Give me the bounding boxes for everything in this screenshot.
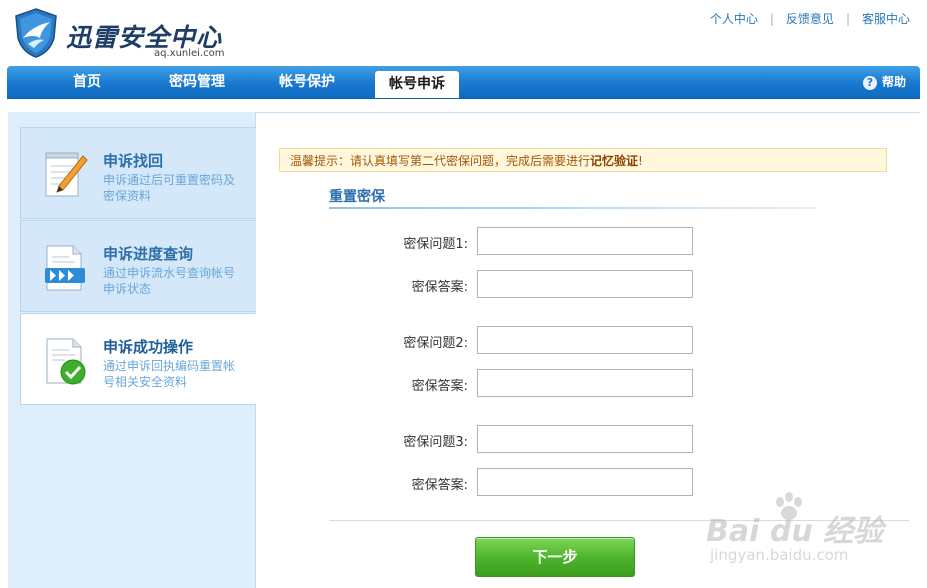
sidebar-item-title: 申诉找回 — [103, 152, 164, 170]
watermark-url: jingyan.baidu.com — [710, 546, 849, 564]
logo[interactable]: 迅雷安全中心 aq.xunlei.com — [14, 8, 225, 64]
sidebar-item-title: 申诉成功操作 — [103, 338, 194, 356]
section-title: 重置密保 — [329, 189, 385, 205]
thunder-bird-shield-icon — [15, 8, 57, 58]
nav-account-protection[interactable]: 帐号保护 — [265, 66, 349, 98]
document-check-icon — [46, 338, 86, 385]
notepad-pencil-icon — [45, 152, 88, 197]
next-step-button[interactable]: 下一步 — [475, 537, 635, 577]
question-2-input[interactable] — [477, 326, 693, 354]
answer-3-label: 密保答案: — [411, 478, 468, 493]
tip-suffix: ! — [638, 154, 643, 168]
separator: | — [769, 12, 774, 26]
answer-2-input[interactable] — [477, 369, 693, 397]
sidebar-item-desc: 申诉通过后可重置密码及密保资料 — [103, 173, 236, 203]
tip-text: 温馨提示：请认真填写第二代密保问题，完成后需要进行 — [290, 154, 591, 168]
link-feedback[interactable]: 反馈意见 — [786, 12, 834, 26]
sidebar-item-title: 申诉进度查询 — [103, 245, 194, 263]
link-customer-service[interactable]: 客服中心 — [862, 12, 910, 26]
sidebar-item-desc: 通过申诉流水号查询帐号申诉状态 — [103, 266, 236, 296]
separator: | — [845, 12, 850, 26]
question-icon: ? — [862, 75, 877, 90]
question-2-label: 密保问题2: — [403, 336, 468, 351]
watermark-text: Bai du 经验 — [706, 514, 884, 549]
nav-account-appeal[interactable]: 帐号申诉 — [375, 71, 459, 98]
tip-highlight: 记忆验证 — [590, 154, 639, 168]
document-arrows-icon — [45, 245, 85, 291]
sidebar: 申诉找回 申诉通过后可重置密码及密保资料 申诉进度查询 通过申诉流水号查询帐号申… — [8, 112, 256, 588]
tip-banner: 温馨提示：请认真填写第二代密保问题，完成后需要进行记忆验证! — [279, 148, 887, 172]
nav-home[interactable]: 首页 — [51, 66, 123, 98]
answer-2-label: 密保答案: — [411, 379, 468, 394]
sidebar-item-appeal-success[interactable]: 申诉成功操作 通过申诉回执编码重置帐号相关安全资料 — [20, 313, 256, 405]
section-divider — [329, 207, 817, 209]
logo-subtitle: aq.xunlei.com — [154, 48, 225, 59]
question-3-label: 密保问题3: — [403, 435, 468, 450]
baidu-jingyan-watermark: Bai du 经验 jingyan.baidu.com — [706, 492, 906, 572]
sidebar-item-appeal-progress[interactable]: 申诉进度查询 通过申诉流水号查询帐号申诉状态 — [20, 220, 256, 312]
question-3-input[interactable] — [477, 425, 693, 453]
question-1-label: 密保问题1: — [403, 237, 468, 252]
link-personal-center[interactable]: 个人中心 — [710, 12, 758, 26]
main-nav: 首页 密码管理 帐号保护 帐号申诉 ? 帮助 — [7, 66, 920, 99]
question-1-input[interactable] — [477, 227, 693, 255]
sidebar-item-appeal-recover[interactable]: 申诉找回 申诉通过后可重置密码及密保资料 — [20, 127, 256, 219]
answer-3-input[interactable] — [477, 468, 693, 496]
sidebar-item-desc: 通过申诉回执编码重置帐号相关安全资料 — [103, 359, 236, 389]
divider — [255, 112, 920, 113]
help-label: 帮助 — [881, 75, 906, 89]
help-button[interactable]: ? 帮助 — [862, 66, 906, 98]
nav-password-management[interactable]: 密码管理 — [155, 66, 239, 98]
top-links: 个人中心 | 反馈意见 | 客服中心 — [710, 10, 910, 27]
answer-1-label: 密保答案: — [411, 280, 468, 295]
answer-1-input[interactable] — [477, 270, 693, 298]
